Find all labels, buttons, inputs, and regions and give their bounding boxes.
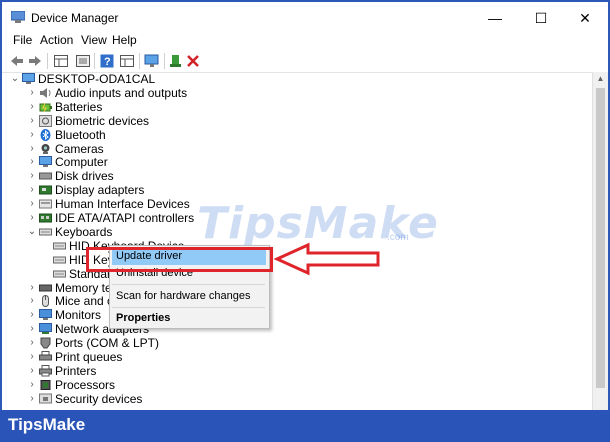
help-icon[interactable]: ?: [99, 53, 115, 69]
window-title: Device Manager: [31, 11, 119, 25]
tree-item-label: Keyboards: [55, 225, 113, 239]
monitor-icon: [39, 309, 52, 321]
tree-item-label: Monitors: [55, 308, 102, 322]
expand-chevron-icon[interactable]: ›: [27, 336, 37, 350]
tree-item-label: Printers: [55, 364, 97, 378]
collapse-chevron-icon[interactable]: ⌄: [27, 225, 37, 239]
forward-arrow-icon[interactable]: [27, 53, 43, 69]
show-devices-icon[interactable]: [119, 53, 135, 69]
tree-item-label: Human Interface Devices: [55, 197, 190, 211]
menu-bar: File Action View Help: [2, 32, 608, 50]
expand-chevron-icon[interactable]: ›: [27, 281, 37, 295]
brand-footer: TipsMake: [0, 410, 610, 442]
bluetooth-icon: [39, 129, 52, 141]
menu-action[interactable]: Action: [40, 33, 73, 47]
device-manager-app-icon: [11, 11, 25, 23]
speaker-icon: [39, 87, 52, 99]
disk-drive-icon: [39, 170, 52, 182]
processor-icon: [39, 379, 52, 391]
add-driver-icon[interactable]: [168, 53, 184, 69]
computer-icon: [39, 156, 52, 168]
expand-chevron-icon[interactable]: ›: [27, 211, 37, 225]
scan-hardware-menu-item[interactable]: Scan for hardware changes: [116, 290, 251, 302]
tree-item-label: Computer: [55, 155, 108, 169]
display-adapter-icon: [39, 184, 52, 196]
expand-chevron-icon[interactable]: ›: [27, 142, 37, 156]
context-menu-divider: [112, 307, 265, 308]
port-icon: [39, 337, 52, 349]
expand-chevron-icon[interactable]: ›: [27, 378, 37, 392]
collapse-chevron-icon[interactable]: ⌄: [10, 72, 20, 86]
expand-chevron-icon[interactable]: ›: [27, 100, 37, 114]
keyboard-device-icon: [53, 268, 66, 280]
tree-item-label: Bluetooth: [55, 128, 106, 142]
remove-device-icon[interactable]: [185, 53, 201, 69]
expand-chevron-icon[interactable]: ›: [27, 86, 37, 100]
expand-chevron-icon[interactable]: ›: [27, 183, 37, 197]
keyboard-device-icon: [53, 254, 66, 266]
expand-chevron-icon[interactable]: ›: [27, 308, 37, 322]
minimize-button[interactable]: —: [472, 5, 518, 31]
properties-menu-item[interactable]: Properties: [116, 312, 170, 324]
menu-help[interactable]: Help: [112, 33, 137, 47]
expand-chevron-icon[interactable]: ›: [27, 364, 37, 378]
expand-chevron-icon[interactable]: ›: [27, 128, 37, 142]
scroll-thumb[interactable]: [596, 88, 605, 388]
memory-icon: [39, 282, 52, 294]
device-manager-window: Device Manager — ☐ ✕ File Action View He…: [0, 0, 610, 412]
print-queue-icon: [39, 351, 52, 363]
tree-item-label: Cameras: [55, 142, 104, 156]
ide-controller-icon: [39, 212, 52, 224]
hid-icon: [39, 198, 52, 210]
battery-icon: [39, 101, 52, 113]
keyboard-icon: [39, 226, 52, 238]
tree-item-label: DESKTOP-ODA1CAL: [38, 72, 156, 86]
title-bar: Device Manager — ☐ ✕: [2, 2, 608, 32]
tree-item-label: Audio inputs and outputs: [55, 86, 188, 100]
context-menu-divider: [112, 284, 265, 285]
tree-item-label: Print queues: [55, 350, 123, 364]
properties-grid-icon[interactable]: [53, 53, 69, 69]
security-icon: [39, 393, 52, 405]
tree-item-label: IDE ATA/ATAPI controllers: [55, 211, 195, 225]
mouse-icon: [39, 295, 52, 307]
expand-chevron-icon[interactable]: ›: [27, 392, 37, 406]
menu-file[interactable]: File: [13, 33, 32, 47]
highlight-annotation-box: [86, 247, 273, 272]
tree-item-label: Batteries: [55, 100, 103, 114]
printer-icon: [39, 365, 52, 377]
keyboard-device-icon: [53, 240, 66, 252]
expand-chevron-icon[interactable]: ›: [27, 197, 37, 211]
fingerprint-icon: [39, 115, 52, 127]
expand-chevron-icon[interactable]: ›: [27, 155, 37, 169]
vertical-scrollbar[interactable]: ▲: [592, 72, 608, 412]
tree-item-label: Display adapters: [55, 183, 145, 197]
computer-icon: [22, 73, 35, 85]
close-button[interactable]: ✕: [562, 5, 608, 31]
maximize-button[interactable]: ☐: [518, 5, 564, 31]
brand-logo-text: TipsMake: [8, 415, 86, 434]
expand-chevron-icon[interactable]: ›: [27, 294, 37, 308]
watermark-suffix: .com: [387, 232, 409, 243]
network-icon: [39, 323, 52, 335]
tree-item-label: Ports (COM & LPT): [55, 336, 160, 350]
expand-chevron-icon[interactable]: ›: [27, 350, 37, 364]
annotation-arrow-icon: [274, 242, 380, 276]
monitor-scan-icon[interactable]: [144, 53, 160, 69]
menu-view[interactable]: View: [81, 33, 107, 47]
expand-chevron-icon[interactable]: ›: [27, 169, 37, 183]
scroll-up-arrow-icon[interactable]: ▲: [593, 72, 608, 86]
svg-text:?: ?: [104, 56, 111, 68]
expand-chevron-icon[interactable]: ›: [27, 114, 37, 128]
show-hidden-icon[interactable]: [75, 53, 91, 69]
camera-icon: [39, 143, 52, 155]
tree-item-label: Biometric devices: [55, 114, 150, 128]
expand-chevron-icon[interactable]: ›: [27, 322, 37, 336]
tree-item-label: Disk drives: [55, 169, 114, 183]
tree-item-label: Processors: [55, 378, 116, 392]
tree-item-label: Security devices: [55, 392, 143, 406]
back-arrow-icon[interactable]: [9, 53, 25, 69]
toolbar: ?: [2, 50, 608, 73]
